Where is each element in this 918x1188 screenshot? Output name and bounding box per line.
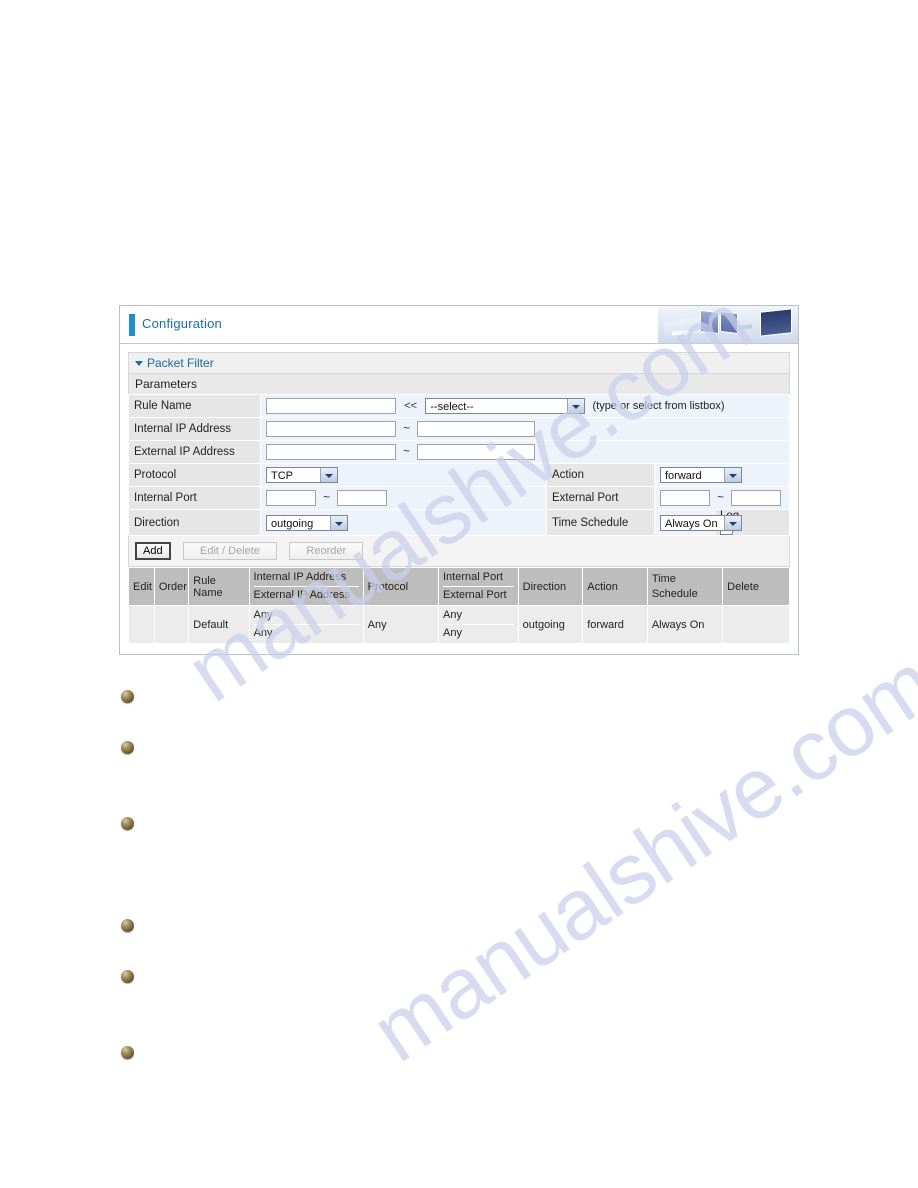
bullet-list (0, 0, 918, 1188)
bullet-icon-5 (121, 970, 134, 983)
bullet-icon-3 (121, 817, 134, 830)
bullet-icon-1 (121, 690, 134, 703)
bullet-icon-6 (121, 1046, 134, 1059)
bullet-icon-2 (121, 741, 134, 754)
bullet-icon-4 (121, 919, 134, 932)
